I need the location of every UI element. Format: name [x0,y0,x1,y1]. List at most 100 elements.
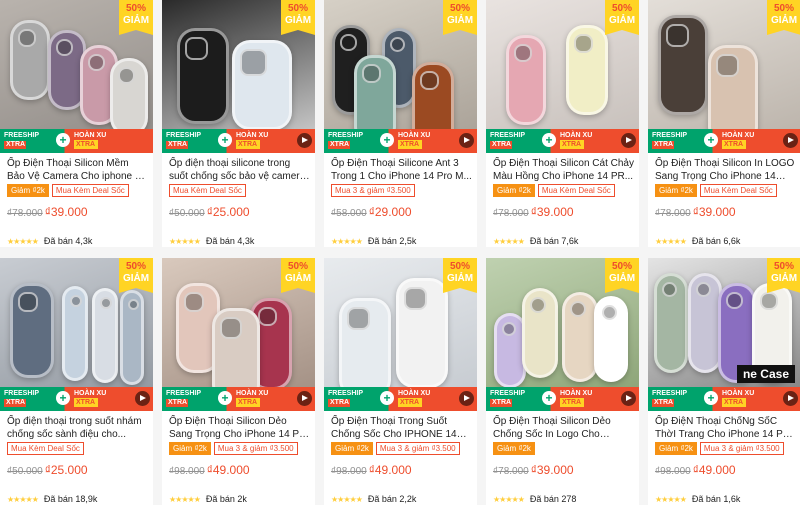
star-rating-icon: ★★★★★ [655,495,687,504]
plus-icon: + [704,391,718,405]
play-video-icon[interactable] [459,133,474,148]
play-video-icon[interactable] [297,391,312,406]
play-video-icon[interactable] [459,391,474,406]
camera-cutout [128,299,139,310]
product-image[interactable]: 50% GIẢM FREESHIP XTRA + HOÀN XU XTRA [324,0,477,153]
product-title[interactable]: Ốp Điện Thoại Trong Suốt Chống Sốc Cho I… [331,415,472,441]
image-caption: ne Case [736,365,795,383]
plus-icon: + [542,133,556,147]
xtra-label: XTRA [722,398,746,407]
promo-tag: Giảm ₫2k [655,184,697,197]
product-card[interactable]: 50% GIẢM FREESHIP XTRA + HOÀN XU XTRA Ốp điện t… [0,258,153,505]
rating-row: ★★★★★ Đã bán 4,3k [169,231,309,247]
product-image[interactable]: 50% GIẢM FREESHIP XTRA + HOÀN XU XTRA [486,258,639,411]
product-card[interactable]: ne Case 50% GIẢM FREESHIP XTRA + HOÀN XU XTRA Ốp… [648,258,800,505]
product-card[interactable]: 50% GIẢM FREESHIP XTRA + HOÀN XU XTRA Ốp điện t… [162,0,315,247]
discount-badge: 50% GIẢM [119,0,153,35]
promo-tag: Giảm ₫2k [655,442,697,455]
product-card[interactable]: 50% GIẢM FREESHIP XTRA + HOÀN XU XTRA Ốp Điện T… [0,0,153,247]
play-video-icon[interactable] [621,391,636,406]
play-video-icon[interactable] [135,391,150,406]
freeship-xtra-badge: FREESHIP XTRA [166,390,202,407]
discount-percent: 50% [449,261,470,272]
promo-tags: Mua Kèm Deal Sốc [7,442,153,456]
product-image[interactable]: 50% GIẢM FREESHIP XTRA + HOÀN XU XTRA [0,258,153,411]
freeship-xtra-badge: FREESHIP XTRA [4,390,40,407]
xtra-label: XTRA [560,140,584,149]
camera-cutout [100,297,112,309]
phone-case [396,278,448,388]
star-rating-icon: ★★★★★ [493,237,525,246]
product-card[interactable]: 50% GIẢM FREESHIP XTRA + HOÀN XU XTRA Ốp Điện T… [324,258,477,505]
freeship-xtra-badge: FREESHIP XTRA [4,132,40,149]
price-row: ₫78.000 ₫39.000 [493,205,574,219]
product-card[interactable]: 50% GIẢM FREESHIP XTRA + HOÀN XU XTRA Ốp Điện T… [486,0,639,247]
product-card[interactable]: 50% GIẢM FREESHIP XTRA + HOÀN XU XTRA Ốp Điện T… [324,0,477,247]
original-price: ₫98.000 [655,466,691,477]
sale-price: ₫39.000 [530,205,574,219]
product-image[interactable]: 50% GIẢM FREESHIP XTRA + HOÀN XU XTRA [486,0,639,153]
camera-cutout [56,39,73,56]
xtra-label: XTRA [560,398,584,407]
camera-cutout [240,49,267,76]
camera-cutout [502,322,516,336]
discount-percent: 50% [287,261,308,272]
product-image[interactable]: 50% GIẢM FREESHIP XTRA + HOÀN XU XTRA [162,258,315,411]
phone-case [522,288,558,378]
product-image[interactable]: ne Case 50% GIẢM FREESHIP XTRA + HOÀN XU XTRA [648,258,800,411]
play-video-icon[interactable] [783,391,798,406]
xtra-label: XTRA [166,399,188,407]
play-video-icon[interactable] [621,133,636,148]
discount-badge: 50% GIẢM [443,258,477,293]
star-rating-icon: ★★★★★ [331,237,363,246]
sold-count: Đã bán 278 [529,494,577,504]
hoanxu-xtra-badge: HOÀN XU XTRA [398,132,431,149]
promo-tags: Mua 3 & giảm ₫3.500 [331,184,477,198]
xtra-label: XTRA [166,141,188,149]
phone-case [10,283,54,378]
play-video-icon[interactable] [783,133,798,148]
camera-cutout [340,34,357,51]
product-title[interactable]: Ốp Điện Thoại Silicon Dẻo Chống Sốc In L… [493,415,634,441]
product-image[interactable]: 50% GIẢM FREESHIP XTRA + HOÀN XU XTRA [0,0,153,153]
product-grid: 50% GIẢM FREESHIP XTRA + HOÀN XU XTRA Ốp Điện T… [0,0,800,505]
sold-count: Đã bán 1,6k [691,494,741,504]
promo-strip: FREESHIP XTRA + HOÀN XU XTRA [324,387,477,411]
sale-price: ₫29.000 [368,205,412,219]
promo-tag: Giảm ₫2k [169,442,211,455]
discount-label: GIẢM [608,273,636,284]
sale-price: ₫49.000 [206,463,250,477]
product-image[interactable]: 50% GIẢM FREESHIP XTRA + HOÀN XU XTRA [162,0,315,153]
product-title[interactable]: Ốp ĐiệN Thoại ChốNg SốC ThờI Trang Cho i… [655,415,796,441]
rating-row: ★★★★★ Đã bán 278 [493,489,633,505]
product-card[interactable]: 50% GIẢM FREESHIP XTRA + HOÀN XU XTRA Ốp Điện T… [648,0,800,247]
xtra-label: XTRA [328,399,350,407]
star-rating-icon: ★★★★★ [7,237,39,246]
product-image[interactable]: 50% GIẢM FREESHIP XTRA + HOÀN XU XTRA [324,258,477,411]
product-title[interactable]: Ốp Điện Thoại Silicone Ant 3 Trong 1 Cho… [331,157,472,183]
price-row: ₫78.000 ₫39.000 [7,205,88,219]
star-rating-icon: ★★★★★ [169,495,201,504]
promo-tag: Mua 3 & giảm ₫3.500 [331,184,415,197]
product-card[interactable]: 50% GIẢM FREESHIP XTRA + HOÀN XU XTRA Ốp Điện T… [162,258,315,505]
camera-cutout [118,67,135,84]
product-title[interactable]: Ốp Điện Thoại Silicon Dẻo Sang Trọng Cho… [169,415,310,441]
rating-row: ★★★★★ Đã bán 2,5k [331,231,471,247]
promo-tag: Mua Kèm Deal Sốc [699,184,777,197]
product-title[interactable]: Ốp Điện Thoại Silicon In LOGO Sang Trọng… [655,157,796,183]
xtra-label: XTRA [74,398,98,407]
product-title[interactable]: Ốp điện thoại trong suốt nhám chống sốc … [7,415,148,441]
camera-cutout [570,301,586,317]
play-video-icon[interactable] [297,133,312,148]
product-title[interactable]: Ốp Điện Thoại Silicon Mềm Bảo Vệ Camera … [7,157,148,183]
product-card[interactable]: 50% GIẢM FREESHIP XTRA + HOÀN XU XTRA Ốp Điện T… [486,258,639,505]
product-title[interactable]: Ốp điện thoại silicone trong suốt chống … [169,157,310,183]
sold-count: Đã bán 18,9k [43,494,98,504]
sold-count: Đã bán 6,6k [691,236,741,246]
product-image[interactable]: 50% GIẢM FREESHIP XTRA + HOÀN XU XTRA [648,0,800,153]
phone-case [92,288,118,383]
rating-row: ★★★★★ Đã bán 2,2k [331,489,471,505]
star-rating-icon: ★★★★★ [493,495,525,504]
sold-count: Đã bán 4,3k [205,236,255,246]
product-title[interactable]: Ốp Điện Thoại Silicon Cát Chảy Màu Hồng … [493,157,634,183]
